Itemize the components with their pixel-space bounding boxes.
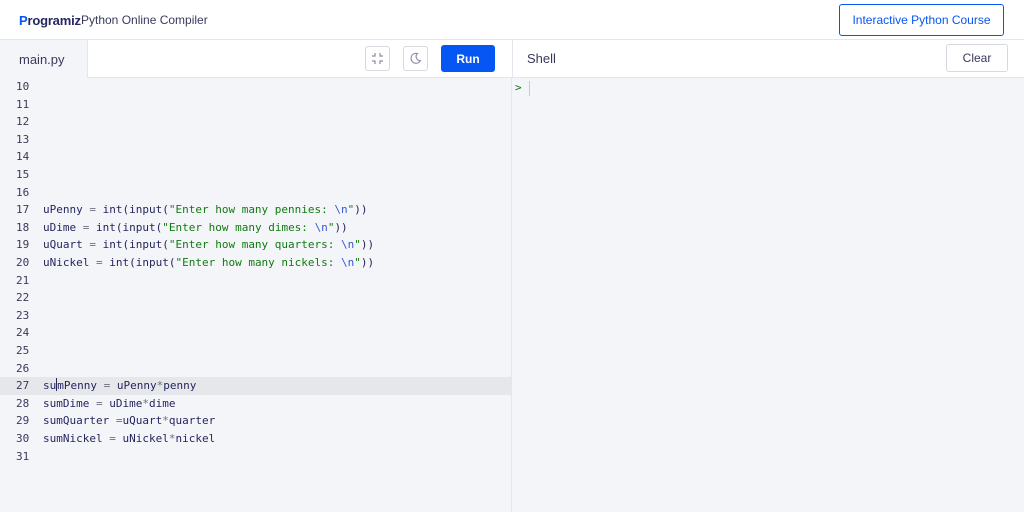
line-number: 21 xyxy=(16,273,30,287)
logo-text: rogramiz xyxy=(27,12,81,28)
code-line[interactable]: 22 xyxy=(0,289,511,307)
line-code: uPenny = int(input("Enter how many penni… xyxy=(43,203,368,217)
shell-toolbar: Shell Clear xyxy=(512,40,1024,78)
code-line[interactable]: 24 xyxy=(0,324,511,342)
code-line[interactable]: 18 uDime = int(input("Enter how many dime… xyxy=(0,219,511,237)
line-code: uNickel = int(input("Enter how many nick… xyxy=(43,256,375,269)
clear-button[interactable]: Clear xyxy=(946,44,1008,72)
top-header: Programiz Python Online Compiler Interac… xyxy=(0,0,1024,40)
interactive-python-course-button[interactable]: Interactive Python Course xyxy=(839,4,1004,36)
line-number: 24 xyxy=(16,326,30,340)
line-number: 11 xyxy=(16,97,30,111)
dark-mode-button[interactable] xyxy=(403,46,428,71)
file-tab-main-py[interactable]: main.py xyxy=(0,40,88,78)
line-number: 13 xyxy=(16,132,30,146)
line-number: 27 xyxy=(16,379,30,393)
moon-icon xyxy=(410,52,422,64)
code-line[interactable]: 23 xyxy=(0,307,511,325)
line-number: 12 xyxy=(16,115,30,129)
line-number: 26 xyxy=(16,361,30,375)
line-code: uQuart = int(input("Enter how many quart… xyxy=(43,238,375,252)
code-line[interactable]: 15 xyxy=(0,166,511,184)
code-line[interactable]: 26 xyxy=(0,360,511,378)
line-code: sumDime = uDime*dime xyxy=(43,396,176,410)
line-number: 10 xyxy=(16,80,30,93)
line-code: sumNickel = uNickel*nickel xyxy=(43,432,216,445)
code-line[interactable]: 11 xyxy=(0,96,511,114)
line-number: 22 xyxy=(16,291,30,305)
code-line[interactable]: 29 sumQuarter =uQuart*quarter xyxy=(0,412,511,430)
shell-cursor xyxy=(529,81,530,96)
code-line[interactable]: 10 xyxy=(0,78,511,96)
run-button[interactable]: Run xyxy=(441,45,495,72)
line-number: 25 xyxy=(16,344,30,357)
line-number: 19 xyxy=(16,238,30,252)
app-title: Python Online Compiler xyxy=(81,13,208,27)
line-number: 15 xyxy=(16,168,30,181)
programiz-logo[interactable]: Programiz xyxy=(19,11,81,29)
code-editor[interactable]: 10 11 12 13 14 15 16 17 uPenny = int(inpu… xyxy=(0,78,512,512)
line-number: 14 xyxy=(16,150,30,164)
code-line[interactable]: 13 xyxy=(0,131,511,149)
shell-output[interactable]: > xyxy=(512,78,1024,512)
code-line[interactable]: 28 sumDime = uDime*dime xyxy=(0,395,511,413)
shell-prompt: > xyxy=(515,81,522,94)
collapse-icon xyxy=(372,53,383,64)
code-line[interactable]: 25 xyxy=(0,342,511,360)
code-line-active[interactable]: 27 sumPenny = uPenny*penny xyxy=(0,377,511,395)
line-number: 17 xyxy=(16,203,30,217)
line-number: 30 xyxy=(16,432,30,445)
editor-toolbar-actions: Run xyxy=(88,40,512,78)
shell-title: Shell xyxy=(527,51,556,66)
code-line[interactable]: 12 xyxy=(0,113,511,131)
code-line[interactable]: 16 xyxy=(0,184,511,202)
line-number: 23 xyxy=(16,308,30,322)
line-number: 16 xyxy=(16,185,30,199)
code-line[interactable]: 20 uNickel = int(input("Enter how many ni… xyxy=(0,254,511,272)
line-number: 31 xyxy=(16,449,30,463)
fullscreen-toggle-button[interactable] xyxy=(365,46,390,71)
code-line[interactable]: 17 uPenny = int(input("Enter how many pen… xyxy=(0,201,511,219)
line-number: 18 xyxy=(16,220,30,234)
line-number: 28 xyxy=(16,396,30,410)
code-line[interactable]: 30 sumNickel = uNickel*nickel xyxy=(0,430,511,448)
code-line[interactable]: 14 xyxy=(0,148,511,166)
editor-toolbar: main.py Run xyxy=(0,40,512,78)
line-number: 29 xyxy=(16,414,30,428)
line-code: sumQuarter =uQuart*quarter xyxy=(43,414,216,428)
code-line[interactable]: 19 uQuart = int(input("Enter how many qua… xyxy=(0,236,511,254)
line-number: 20 xyxy=(16,256,30,269)
code-line[interactable]: 21 xyxy=(0,272,511,290)
code-line[interactable]: 31 xyxy=(0,448,511,466)
line-code: uDime = int(input("Enter how many dimes:… xyxy=(43,220,348,234)
line-code: sumPenny = uPenny*penny xyxy=(43,378,197,393)
